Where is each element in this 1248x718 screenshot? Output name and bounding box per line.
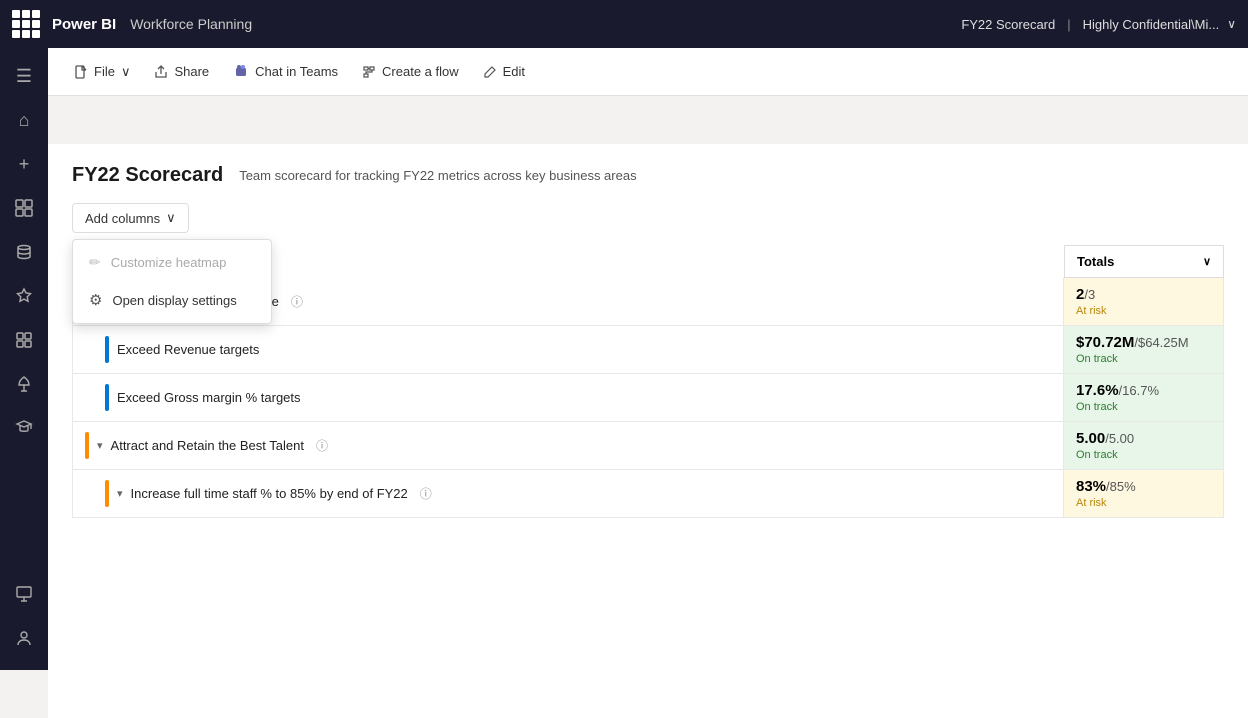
- customize-heatmap-label: Customize heatmap: [111, 255, 227, 270]
- exceed-gross-margin-secondary: /16.7%: [1119, 383, 1159, 398]
- page-header: FY22 Scorecard Team scorecard for tracki…: [72, 164, 1224, 187]
- exceed-revenue-row-content: Exceed Revenue targets: [72, 326, 1064, 374]
- file-icon: [74, 65, 88, 79]
- exceed-revenue-label: Exceed Revenue targets: [117, 342, 259, 357]
- attract-retain-value: 5.00/5.00: [1076, 430, 1211, 447]
- share-button[interactable]: Share: [144, 58, 219, 85]
- brand-label: Power BI: [52, 16, 116, 33]
- attract-retain-label: Attract and Retain the Best Talent: [111, 438, 304, 453]
- open-display-settings-item[interactable]: ⚙ Open display settings: [73, 281, 271, 319]
- sidebar-item-browse[interactable]: [4, 188, 44, 228]
- increase-fulltime-value: 83%/85%: [1076, 478, 1211, 495]
- page-subtitle: Team scorecard for tracking FY22 metrics…: [239, 168, 636, 183]
- collapse-chevron-icon-3[interactable]: ▾: [117, 487, 123, 500]
- teams-icon: [233, 64, 249, 80]
- info-icon-2[interactable]: ⓘ: [316, 437, 328, 454]
- file-button[interactable]: File ∨: [64, 58, 140, 86]
- deliver-financial-value: 2/3: [1076, 286, 1211, 303]
- chat-in-teams-label: Chat in Teams: [255, 64, 338, 79]
- add-columns-dropdown: ✏ Customize heatmap ⚙ Open display setti…: [72, 239, 272, 324]
- attract-retain-status: On track: [1076, 449, 1211, 461]
- exceed-revenue-total: $70.72M/$64.25M On track: [1064, 326, 1224, 374]
- increase-fulltime-label: Increase full time staff % to 85% by end…: [131, 486, 408, 501]
- edit-icon: [483, 65, 497, 79]
- share-label: Share: [174, 64, 209, 79]
- increase-fulltime-row-content: ▾ Increase full time staff % to 85% by e…: [72, 470, 1064, 518]
- blue-indicator-2: [105, 336, 109, 363]
- report-title-label: FY22 Scorecard: [961, 17, 1055, 32]
- exceed-revenue-value: $70.72M/$64.25M: [1076, 334, 1211, 351]
- deliver-financial-status: At risk: [1076, 305, 1211, 317]
- exceed-gross-margin-label: Exceed Gross margin % targets: [117, 390, 301, 405]
- exceed-gross-margin-status: On track: [1076, 401, 1211, 413]
- blue-indicator-3: [105, 384, 109, 411]
- exceed-gross-margin-total: 17.6%/16.7% On track: [1064, 374, 1224, 422]
- info-icon[interactable]: ⓘ: [291, 293, 303, 310]
- top-bar-right: FY22 Scorecard | Highly Confidential\Mi.…: [961, 17, 1236, 32]
- main-content: FY22 Scorecard Team scorecard for tracki…: [48, 144, 1248, 718]
- file-chevron-icon: ∨: [121, 64, 131, 80]
- totals-label: Totals: [1077, 254, 1114, 269]
- sidebar-item-home[interactable]: ⌂: [4, 100, 44, 140]
- edit-button[interactable]: Edit: [473, 58, 535, 85]
- attract-retain-secondary: /5.00: [1105, 431, 1134, 446]
- exceed-revenue-status: On track: [1076, 353, 1211, 365]
- exceed-gross-margin-value: 17.6%/16.7%: [1076, 382, 1211, 399]
- increase-fulltime-secondary: /85%: [1106, 479, 1136, 494]
- totals-header: Totals ∨: [1064, 245, 1224, 278]
- sidebar-item-hamburger[interactable]: ☰: [4, 56, 44, 96]
- orange-indicator: [85, 432, 89, 459]
- sidebar-item-workspaces[interactable]: [4, 574, 44, 614]
- sidebar-item-deployment[interactable]: [4, 364, 44, 404]
- sidebar-item-profile[interactable]: [4, 618, 44, 658]
- deliver-financial-total: 2/3 At risk: [1064, 278, 1224, 326]
- share-icon: [154, 65, 168, 79]
- apps-grid-icon[interactable]: [12, 10, 40, 38]
- increase-fulltime-total: 83%/85% At risk: [1064, 470, 1224, 518]
- collapse-chevron-icon-2[interactable]: ▾: [97, 439, 103, 452]
- sidebar-item-create[interactable]: +: [4, 144, 44, 184]
- table-row: Exceed Revenue targets $70.72M/$64.25M O…: [72, 326, 1224, 374]
- table-row: ▾ Attract and Retain the Best Talent ⓘ 5…: [72, 422, 1224, 470]
- toolbar: File ∨ Share Chat in Teams Create a flow…: [48, 48, 1248, 96]
- totals-chevron-icon[interactable]: ∨: [1203, 255, 1211, 268]
- sidebar-item-data[interactable]: [4, 232, 44, 272]
- edit-label: Edit: [503, 64, 525, 79]
- sidebar-item-apps[interactable]: [4, 320, 44, 360]
- customize-heatmap-icon: ✏: [89, 254, 101, 271]
- add-columns-container: Add columns ∨ ✏ Customize heatmap ⚙ Open…: [72, 203, 189, 245]
- orange-indicator-2: [105, 480, 109, 507]
- attract-retain-row-content: ▾ Attract and Retain the Best Talent ⓘ: [72, 422, 1064, 470]
- page-title: FY22 Scorecard: [72, 164, 223, 187]
- report-name-label: Workforce Planning: [130, 16, 252, 32]
- separator: |: [1067, 17, 1070, 32]
- info-icon-3[interactable]: ⓘ: [420, 485, 432, 502]
- add-columns-button[interactable]: Add columns ∨: [72, 203, 189, 233]
- sensitivity-chevron[interactable]: ∨: [1227, 17, 1236, 31]
- add-columns-chevron-icon: ∨: [166, 210, 176, 226]
- table-row: ▾ Increase full time staff % to 85% by e…: [72, 470, 1224, 518]
- gear-icon: ⚙: [89, 291, 102, 309]
- chat-in-teams-button[interactable]: Chat in Teams: [223, 58, 348, 86]
- create-flow-label: Create a flow: [382, 64, 459, 79]
- sensitivity-label: Highly Confidential\Mi...: [1083, 17, 1220, 32]
- create-flow-button[interactable]: Create a flow: [352, 58, 469, 85]
- open-display-settings-label: Open display settings: [112, 293, 236, 308]
- flow-icon: [362, 65, 376, 79]
- sidebar: ☰ ⌂ +: [0, 48, 48, 670]
- deliver-financial-secondary: /3: [1084, 287, 1095, 302]
- sidebar-item-learning[interactable]: [4, 408, 44, 448]
- attract-retain-total: 5.00/5.00 On track: [1064, 422, 1224, 470]
- exceed-gross-margin-row-content: Exceed Gross margin % targets: [72, 374, 1064, 422]
- sidebar-item-metrics[interactable]: [4, 276, 44, 316]
- top-bar: Power BI Workforce Planning FY22 Scoreca…: [0, 0, 1248, 48]
- table-row: Exceed Gross margin % targets 17.6%/16.7…: [72, 374, 1224, 422]
- file-label: File: [94, 64, 115, 79]
- exceed-revenue-secondary: /$64.25M: [1134, 335, 1188, 350]
- increase-fulltime-status: At risk: [1076, 497, 1211, 509]
- customize-heatmap-item[interactable]: ✏ Customize heatmap: [73, 244, 271, 281]
- add-columns-label: Add columns: [85, 211, 160, 226]
